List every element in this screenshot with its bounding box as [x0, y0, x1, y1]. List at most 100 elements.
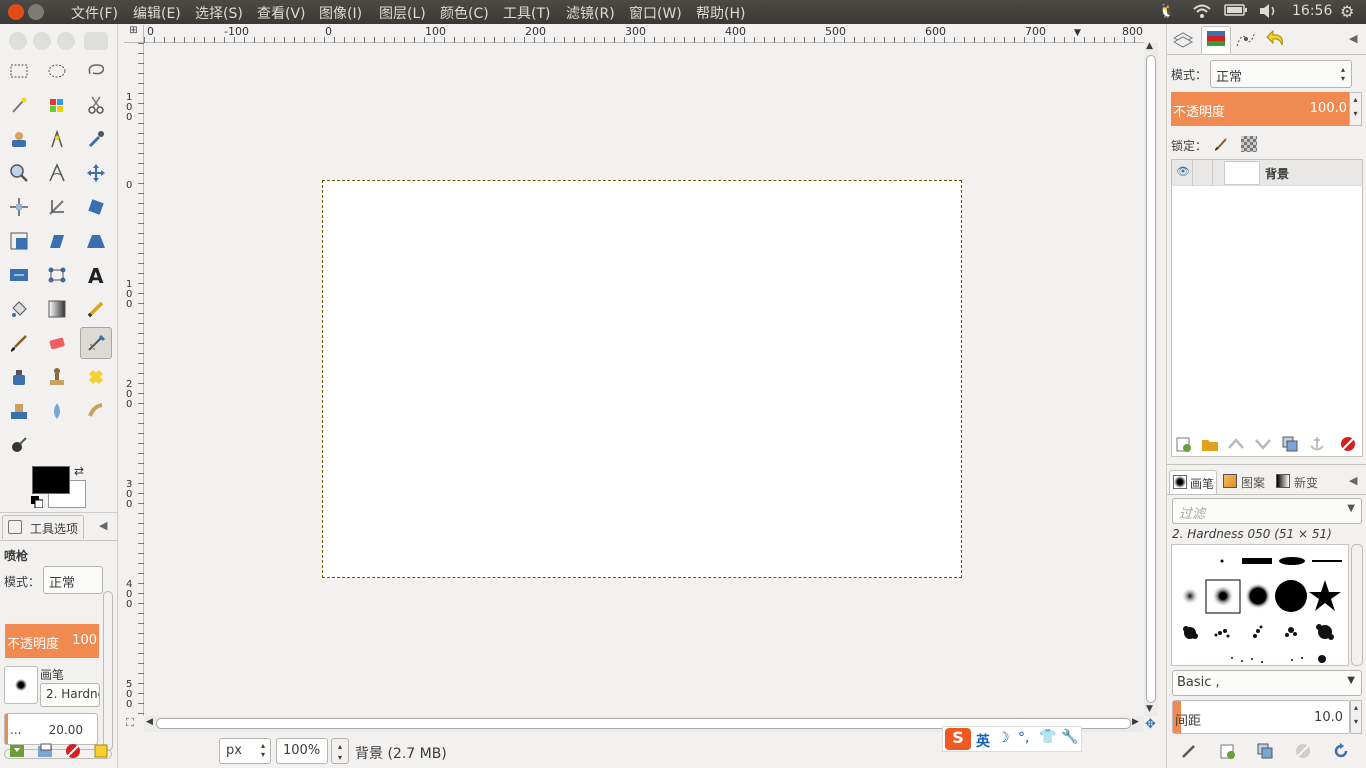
scroll-up-icon[interactable]: ▲ [1146, 41, 1153, 51]
menu-select[interactable]: 选择(S) [195, 3, 243, 23]
brushes-menu-icon[interactable]: ◀ [1349, 474, 1357, 487]
foreground-select-icon[interactable] [3, 123, 35, 155]
navigate-icon[interactable]: ✥ [1145, 717, 1161, 733]
menu-filters[interactable]: 滤镜(R) [566, 3, 615, 23]
dodge-burn-icon[interactable] [3, 429, 35, 461]
moon-icon[interactable]: ☽ [997, 730, 1010, 746]
layer-mode-select[interactable]: 正常 ▴ ▾ [1210, 60, 1352, 88]
brush-filter-input[interactable]: 过滤 ▼ [1172, 498, 1362, 524]
delete-layer-icon[interactable] [1339, 435, 1357, 453]
menu-edit[interactable]: 编辑(E) [133, 3, 181, 23]
image-canvas[interactable] [322, 180, 962, 578]
tab-gradients[interactable]: 新变 [1273, 470, 1325, 494]
shear-icon[interactable] [41, 225, 73, 257]
ink-icon[interactable] [3, 361, 35, 393]
lower-layer-icon[interactable] [1254, 435, 1272, 453]
vertical-scroll-thumb[interactable] [1146, 55, 1156, 703]
sogou-logo-icon[interactable]: S [945, 728, 971, 750]
menu-file[interactable]: 文件(F) [71, 3, 118, 23]
wrench-icon[interactable]: 🔧 [1061, 729, 1078, 745]
flip-icon[interactable] [3, 259, 35, 291]
new-brush-icon[interactable] [1218, 742, 1236, 760]
punctuation-icon[interactable]: °, [1018, 730, 1029, 746]
menu-view[interactable]: 查看(V) [257, 3, 306, 23]
panel-menu-icon[interactable]: ◀ [99, 519, 107, 532]
crop-icon[interactable] [41, 191, 73, 223]
layer-row[interactable]: 👁 背景 [1172, 160, 1362, 186]
battery-icon[interactable] [1224, 3, 1248, 21]
layers-list[interactable]: 👁 背景 [1171, 159, 1363, 457]
tab-tool-options[interactable]: 工具选项 [2, 515, 84, 539]
minimize-window-button[interactable] [28, 4, 44, 20]
foreground-color-swatch[interactable] [32, 466, 70, 494]
menu-help[interactable]: 帮助(H) [696, 3, 745, 23]
spacing-spinner[interactable]: ▴ ▾ [1350, 700, 1362, 734]
color-picker-icon[interactable] [80, 123, 112, 155]
default-colors-icon[interactable] [31, 496, 44, 509]
visibility-eye-icon[interactable]: 👁 [1176, 165, 1190, 178]
new-layer-group-icon[interactable] [1201, 435, 1219, 453]
perspective-icon[interactable] [80, 225, 112, 257]
blend-icon[interactable] [41, 293, 73, 325]
duplicate-layer-icon[interactable] [1281, 435, 1299, 453]
scissors-select-icon[interactable] [80, 89, 112, 121]
restore-options-icon[interactable] [36, 742, 54, 760]
lock-alpha-icon[interactable] [1241, 136, 1257, 152]
edit-brush-icon[interactable] [1180, 742, 1198, 760]
smudge-icon[interactable] [80, 395, 112, 427]
raise-layer-icon[interactable] [1227, 435, 1245, 453]
bucket-fill-icon[interactable] [3, 293, 35, 325]
reset-options-icon[interactable] [92, 742, 110, 760]
fuzzy-select-icon[interactable] [3, 89, 35, 121]
scale-icon[interactable] [3, 225, 35, 257]
scroll-right-icon[interactable]: ▶ [1132, 717, 1139, 727]
menu-colors[interactable]: 颜色(C) [440, 3, 489, 23]
dock-menu-icon[interactable]: ◀ [1349, 32, 1357, 45]
lasso-select-icon[interactable] [80, 55, 112, 87]
wifi-icon[interactable] [1193, 3, 1211, 23]
skin-icon[interactable]: 👕 [1039, 729, 1056, 745]
move-icon[interactable] [80, 157, 112, 189]
menu-windows[interactable]: 窗口(W) [629, 3, 682, 23]
vertical-scrollbar[interactable]: ▲ ▼ [1144, 41, 1158, 716]
paintbrush-icon[interactable] [3, 327, 35, 359]
duplicate-brush-icon[interactable] [1256, 742, 1274, 760]
pencil-icon[interactable] [80, 293, 112, 325]
brush-preview-button[interactable] [4, 666, 38, 704]
layer-opacity-spinner[interactable]: ▴ ▾ [1349, 92, 1362, 126]
brush-grid-scrollbar[interactable] [1351, 544, 1363, 666]
brush-name-field[interactable]: 2. Hardne [40, 683, 100, 707]
clock-text[interactable]: 16:56 [1292, 3, 1332, 19]
airbrush-icon[interactable] [80, 327, 112, 359]
delete-brush-icon[interactable] [1294, 742, 1312, 760]
scroll-down-icon[interactable]: ▼ [1146, 704, 1153, 714]
zoom-spinner[interactable]: ▴ ▾ [331, 738, 349, 764]
heal-icon[interactable] [80, 361, 112, 393]
menu-layer[interactable]: 图层(L) [379, 3, 426, 23]
paths-icon[interactable] [41, 123, 73, 155]
perspective-clone-icon[interactable] [3, 395, 35, 427]
brush-grid[interactable] [1171, 544, 1349, 666]
lock-pixels-icon[interactable] [1214, 135, 1230, 151]
close-window-button[interactable] [8, 4, 24, 20]
swap-colors-icon[interactable]: ⇄ [74, 464, 84, 478]
tab-patterns[interactable]: 图案 [1220, 470, 1270, 494]
quick-mask-icon[interactable]: ⛶ [126, 716, 142, 732]
menu-tools[interactable]: 工具(T) [503, 3, 550, 23]
channels-tab-icon[interactable] [1201, 26, 1231, 54]
ellipse-select-icon[interactable] [41, 55, 73, 87]
ruler-corner-icon[interactable]: ⊞ [124, 25, 144, 43]
spacing-slider[interactable]: 间距 10.0 [1172, 700, 1350, 734]
color-select-icon[interactable] [41, 89, 73, 121]
scroll-left-icon[interactable]: ◀ [146, 717, 153, 727]
ime-language-toggle[interactable]: 英 [976, 731, 990, 751]
layers-tab-icon[interactable] [1171, 28, 1199, 54]
tab-brushes[interactable]: 画笔 [1169, 470, 1217, 494]
opacity-slider[interactable]: 不透明度 100 [5, 624, 99, 658]
blur-icon[interactable] [41, 395, 73, 427]
rotate-icon[interactable] [80, 191, 112, 223]
menu-image[interactable]: 图像(I) [319, 3, 362, 23]
paths-tab-icon[interactable] [1234, 28, 1262, 54]
size-slider[interactable]: ... 20.00 [4, 713, 98, 745]
zoom-field[interactable]: 100% [276, 738, 328, 764]
